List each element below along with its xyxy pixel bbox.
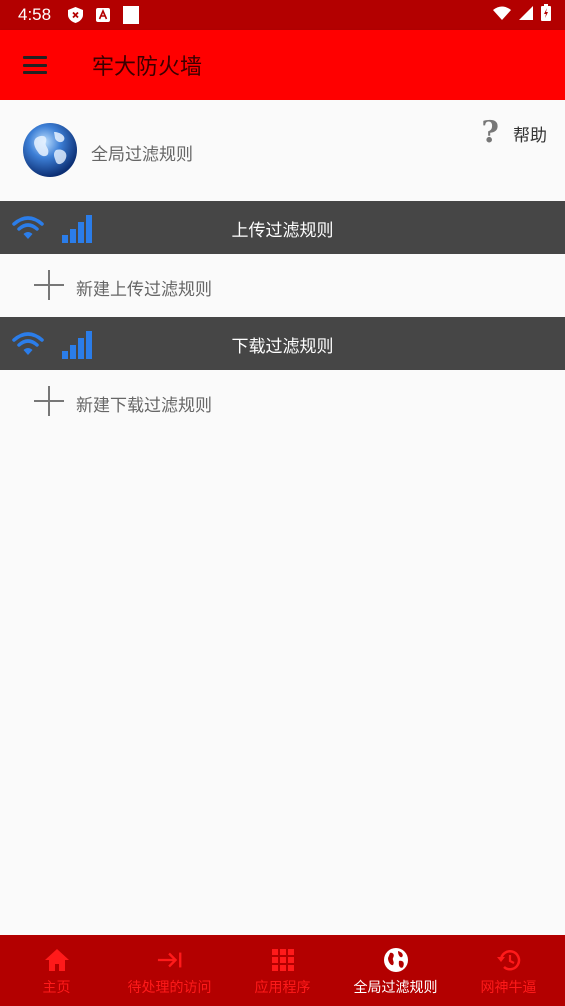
wifi-icon	[493, 5, 511, 25]
app-bar: 牢大防火墙	[0, 30, 565, 100]
new-download-rule-label: 新建下载过滤规则	[76, 396, 212, 416]
help-label: 帮助	[513, 125, 547, 146]
question-mark-icon: ?	[481, 115, 499, 150]
download-section-header: 下载过滤规则	[0, 317, 565, 370]
nav-item-history[interactable]: 网神牛逼	[452, 935, 565, 1006]
status-time: 4:58	[18, 5, 52, 24]
plus-icon	[34, 270, 64, 300]
nav-item-pending-access[interactable]: 待处理的访问	[113, 935, 226, 1006]
signal-icon	[519, 5, 533, 25]
nav-label-global-rules: 全局过滤规则	[353, 980, 438, 996]
nav-item-home[interactable]: 主页	[0, 935, 113, 1006]
global-rules-header: 全局过滤规则 ? 帮助	[0, 100, 565, 201]
font-a-icon	[95, 7, 111, 23]
help-button[interactable]: ? 帮助	[481, 118, 547, 148]
history-icon	[496, 947, 522, 973]
hamburger-menu-icon[interactable]	[0, 30, 70, 100]
new-download-rule-button[interactable]: 新建下载过滤规则	[0, 370, 565, 433]
upload-section-title: 上传过滤规则	[231, 221, 334, 241]
nav-label-home: 主页	[42, 980, 71, 996]
new-upload-rule-label: 新建上传过滤规则	[76, 280, 212, 300]
shield-x-icon	[67, 7, 83, 23]
nav-label-history: 网神牛逼	[480, 980, 537, 996]
home-icon	[44, 947, 70, 973]
battery-charging-icon	[541, 4, 551, 26]
bottom-navigation: 主页 待处理的访问 应用程序 全局过滤规则 网神牛逼	[0, 935, 565, 1006]
arrow-to-bar-icon	[157, 947, 183, 973]
grid-icon	[270, 947, 296, 973]
upload-section-header: 上传过滤规则	[0, 201, 565, 254]
app-title: 牢大防火墙	[92, 55, 203, 80]
nav-item-global-rules[interactable]: 全局过滤规则	[339, 935, 452, 1006]
globe-icon	[383, 947, 409, 973]
globe-icon	[22, 122, 78, 178]
blank-square-icon	[123, 6, 140, 24]
download-section-title: 下载过滤规则	[231, 337, 334, 357]
nav-label-pending-access: 待处理的访问	[127, 980, 212, 996]
status-bar: 4:58	[0, 0, 565, 30]
global-rules-label: 全局过滤规则	[91, 145, 193, 165]
new-upload-rule-button[interactable]: 新建上传过滤规则	[0, 254, 565, 317]
plus-icon	[34, 386, 64, 416]
nav-label-apps: 应用程序	[254, 980, 311, 996]
nav-item-apps[interactable]: 应用程序	[226, 935, 339, 1006]
